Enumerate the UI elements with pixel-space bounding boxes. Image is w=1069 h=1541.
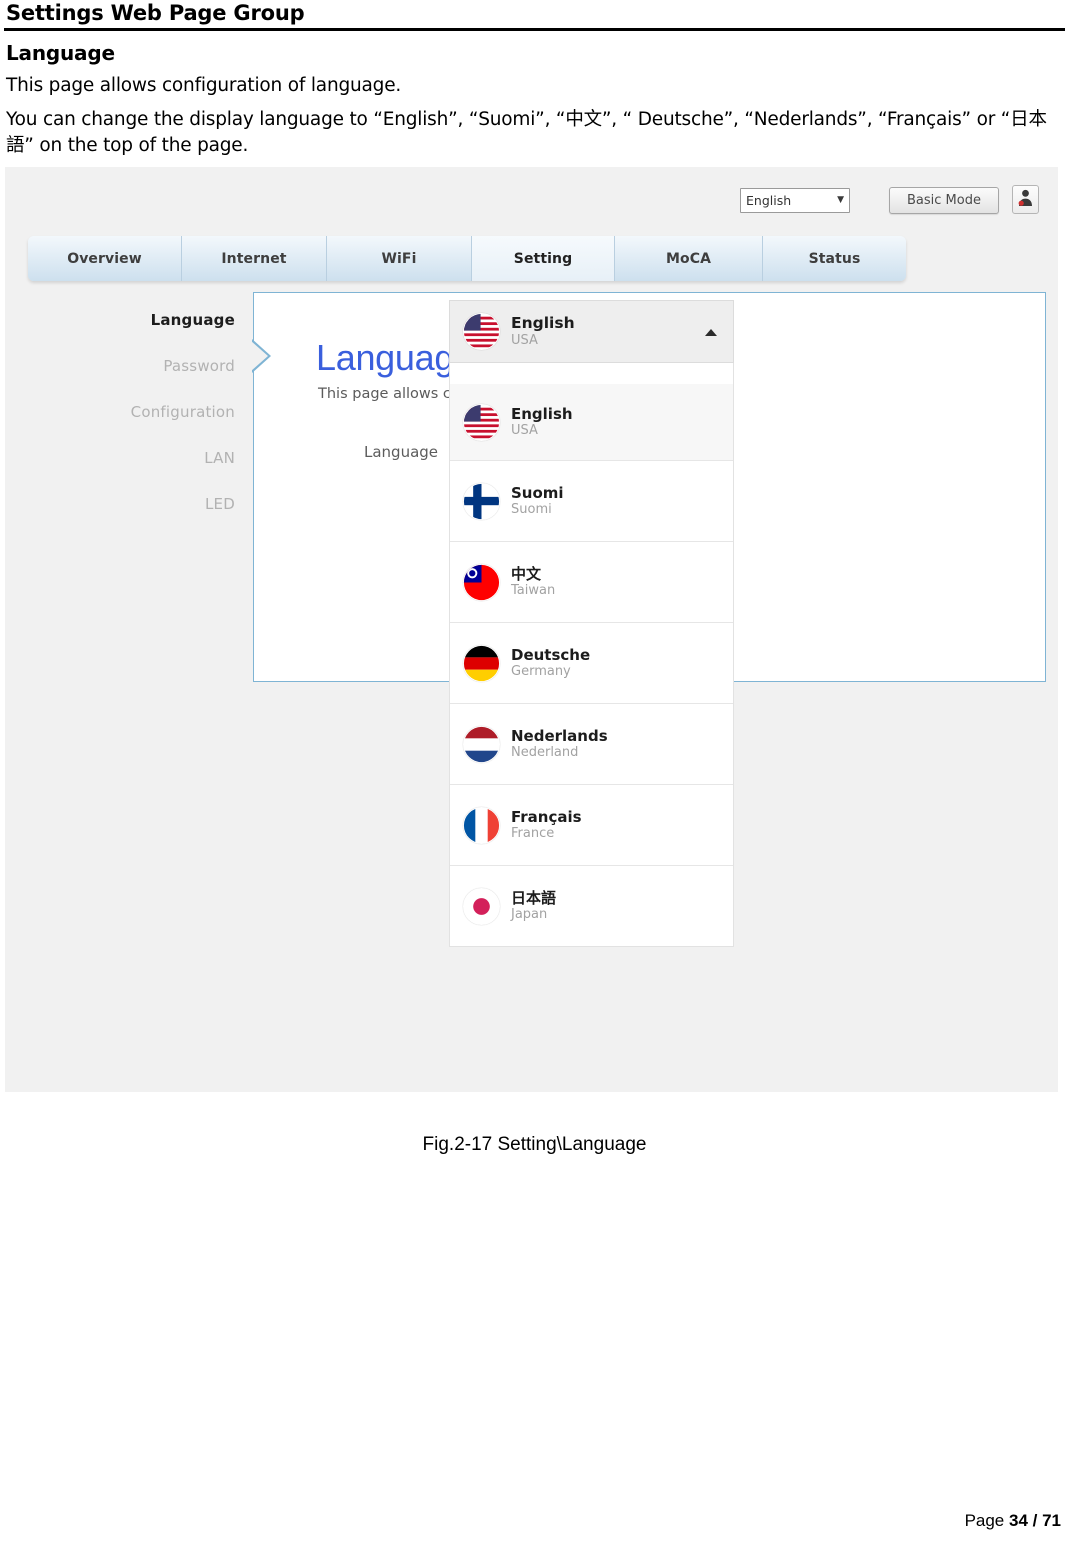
language-select[interactable]: English ▼ [740,188,850,214]
de-flag-icon [463,644,500,682]
option-country: France [511,826,555,842]
dropdown-option-francais[interactable]: Français France [450,784,733,866]
section-title: Language [6,40,115,65]
dropdown-option-chinese[interactable]: 中文 Taiwan [450,541,733,623]
jp-flag-icon [463,887,500,925]
sidebar-active-pointer [251,341,268,372]
tab-moca[interactable]: MoCA [615,236,763,282]
tab-status[interactable]: Status [763,236,906,282]
screenshot-topbar: English ▼ Basic Mode [5,167,1058,233]
tab-wifi-label: WiFi [381,250,417,267]
figure-caption: Fig.2-17 Setting\Language [422,1134,647,1155]
option-name: Deutsche [511,646,591,665]
dropdown-spacer [450,363,733,385]
tab-setting-label: Setting [513,250,573,267]
dropdown-option-suomi[interactable]: Suomi Suomi [450,460,733,542]
language-form-label: Language [364,443,439,462]
fi-flag-icon [463,482,500,520]
user-account-icon [1017,189,1034,211]
sidebar-item-lan[interactable]: LAN [5,435,235,481]
option-name: Suomi [511,484,564,503]
chevron-down-icon: ▼ [837,195,844,206]
option-country: Nederland [511,745,579,761]
dropdown-option-deutsche[interactable]: Deutsche Germany [450,622,733,704]
option-country: Suomi [511,502,552,518]
option-country: USA [511,423,538,439]
main-nav-tabs[interactable]: Overview Internet WiFi Setting MoCA Stat… [28,236,906,282]
user-account-button[interactable] [1012,185,1039,215]
header-rule [4,27,1065,31]
body-paragraph-2: You can change the display language to “… [6,108,1047,157]
option-name: 中文 [511,565,542,584]
tab-internet-label: Internet [221,250,287,267]
body-paragraph-1: This page allows configuration of langua… [6,74,402,96]
tab-internet[interactable]: Internet [182,236,327,282]
tw-flag-icon [463,563,500,601]
option-country: Taiwan [511,583,556,599]
document-page: Settings Web Page Group Language This pa… [0,0,1069,1541]
option-name: 日本語 [511,889,557,908]
option-name: Français [511,808,582,827]
sidebar-item-configuration[interactable]: Configuration [5,389,235,435]
nl-flag-icon [463,725,500,763]
language-dropdown-selected[interactable]: English USA [449,300,734,364]
language-select-value: English [746,193,792,209]
basic-mode-button[interactable]: Basic Mode [889,187,999,215]
option-name: Nederlands [511,727,608,746]
sidebar-item-language[interactable]: Language [5,297,235,343]
dropdown-option-japanese[interactable]: 日本語 Japan [450,865,733,947]
dropdown-option-english[interactable]: English USA [450,384,733,461]
sidebar-item-password[interactable]: Password [5,343,235,389]
running-header: Settings Web Page Group [6,1,305,25]
tab-status-label: Status [808,250,861,267]
tab-wifi[interactable]: WiFi [327,236,472,282]
selected-language-country: USA [511,333,538,349]
page-footer: Page 34 / 71 [965,1511,1061,1531]
language-dropdown-list[interactable]: English USA Suomi Suomi 中文 Taiwan Deutsc… [449,363,734,948]
tab-moca-label: MoCA [665,250,712,267]
option-country: Germany [511,664,571,680]
fr-flag-icon [463,806,500,844]
footer-prefix: Page [964,1511,1009,1530]
embedded-screenshot: English ▼ Basic Mode Overview Internet W… [5,167,1058,1093]
us-flag-icon [463,313,500,351]
option-name: English [511,405,573,424]
settings-sidebar[interactable]: Language Password Configuration LAN LED [5,297,253,527]
us-flag-icon [463,403,500,441]
tab-overview[interactable]: Overview [28,236,182,282]
selected-language-name: English [511,314,575,333]
tab-overview-label: Overview [67,250,142,267]
option-country: Japan [511,907,548,923]
basic-mode-label: Basic Mode [907,193,981,209]
chevron-up-icon[interactable] [705,328,717,336]
tab-setting[interactable]: Setting [472,236,615,282]
dropdown-option-nederlands[interactable]: Nederlands Nederland [450,703,733,785]
footer-page-number: 34 / 71 [1009,1511,1061,1530]
sidebar-item-led[interactable]: LED [5,481,235,527]
language-dropdown[interactable]: English USA English USA Suomi Suomi 中文 T… [449,300,734,948]
